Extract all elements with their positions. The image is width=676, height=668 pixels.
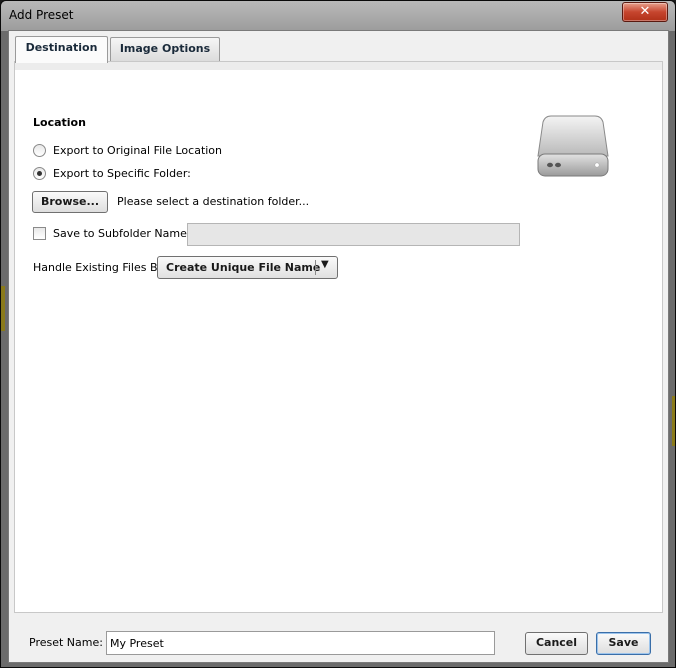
handle-existing-selected: Create Unique File Name bbox=[166, 261, 321, 274]
radio-original-location-label: Export to Original File Location bbox=[53, 144, 223, 157]
close-icon: ✕ bbox=[639, 4, 651, 19]
handle-existing-dropdown[interactable]: Create Unique File Name ▼ bbox=[157, 256, 338, 279]
subfolder-checkbox-row[interactable]: Save to Subfolder Named bbox=[33, 227, 194, 240]
radio-specific-folder-row[interactable]: Export to Specific Folder: bbox=[33, 167, 191, 180]
tab-destination[interactable]: Destination bbox=[15, 36, 108, 63]
preset-name-field[interactable] bbox=[106, 631, 495, 655]
dialog-client-area: Destination Image Options Location Expor… bbox=[8, 30, 669, 663]
preset-name-label: Preset Name: bbox=[29, 636, 103, 649]
tab-image-options[interactable]: Image Options bbox=[110, 37, 220, 61]
radio-specific-folder[interactable] bbox=[33, 167, 46, 180]
background-edge-accent bbox=[672, 396, 675, 446]
cancel-button[interactable]: Cancel bbox=[525, 632, 588, 655]
destination-folder-hint: Please select a destination folder... bbox=[117, 195, 310, 208]
save-button[interactable]: Save bbox=[596, 632, 651, 655]
destination-panel: Location Export to Original File Locatio… bbox=[14, 61, 663, 613]
add-preset-dialog: Add Preset ✕ Destination Image Options L… bbox=[0, 0, 676, 668]
location-section-title: Location bbox=[33, 116, 86, 129]
subfolder-name-field[interactable] bbox=[187, 223, 520, 246]
panel-header-strip bbox=[15, 62, 662, 70]
subfolder-checkbox[interactable] bbox=[33, 227, 46, 240]
close-button[interactable]: ✕ bbox=[622, 2, 668, 22]
window-title: Add Preset bbox=[9, 8, 74, 22]
background-edge-accent bbox=[1, 286, 5, 331]
radio-original-location[interactable] bbox=[33, 144, 46, 157]
dropdown-separator bbox=[315, 260, 316, 275]
subfolder-checkbox-label: Save to Subfolder Named bbox=[53, 227, 194, 240]
browse-button[interactable]: Browse... bbox=[32, 191, 108, 213]
hard-drive-icon bbox=[537, 115, 609, 177]
chevron-down-icon: ▼ bbox=[321, 259, 329, 270]
radio-original-location-row[interactable]: Export to Original File Location bbox=[33, 144, 222, 157]
handle-existing-label: Handle Existing Files By bbox=[33, 261, 165, 274]
title-bar[interactable]: Add Preset ✕ bbox=[1, 1, 675, 31]
radio-specific-folder-label: Export to Specific Folder: bbox=[53, 167, 191, 180]
